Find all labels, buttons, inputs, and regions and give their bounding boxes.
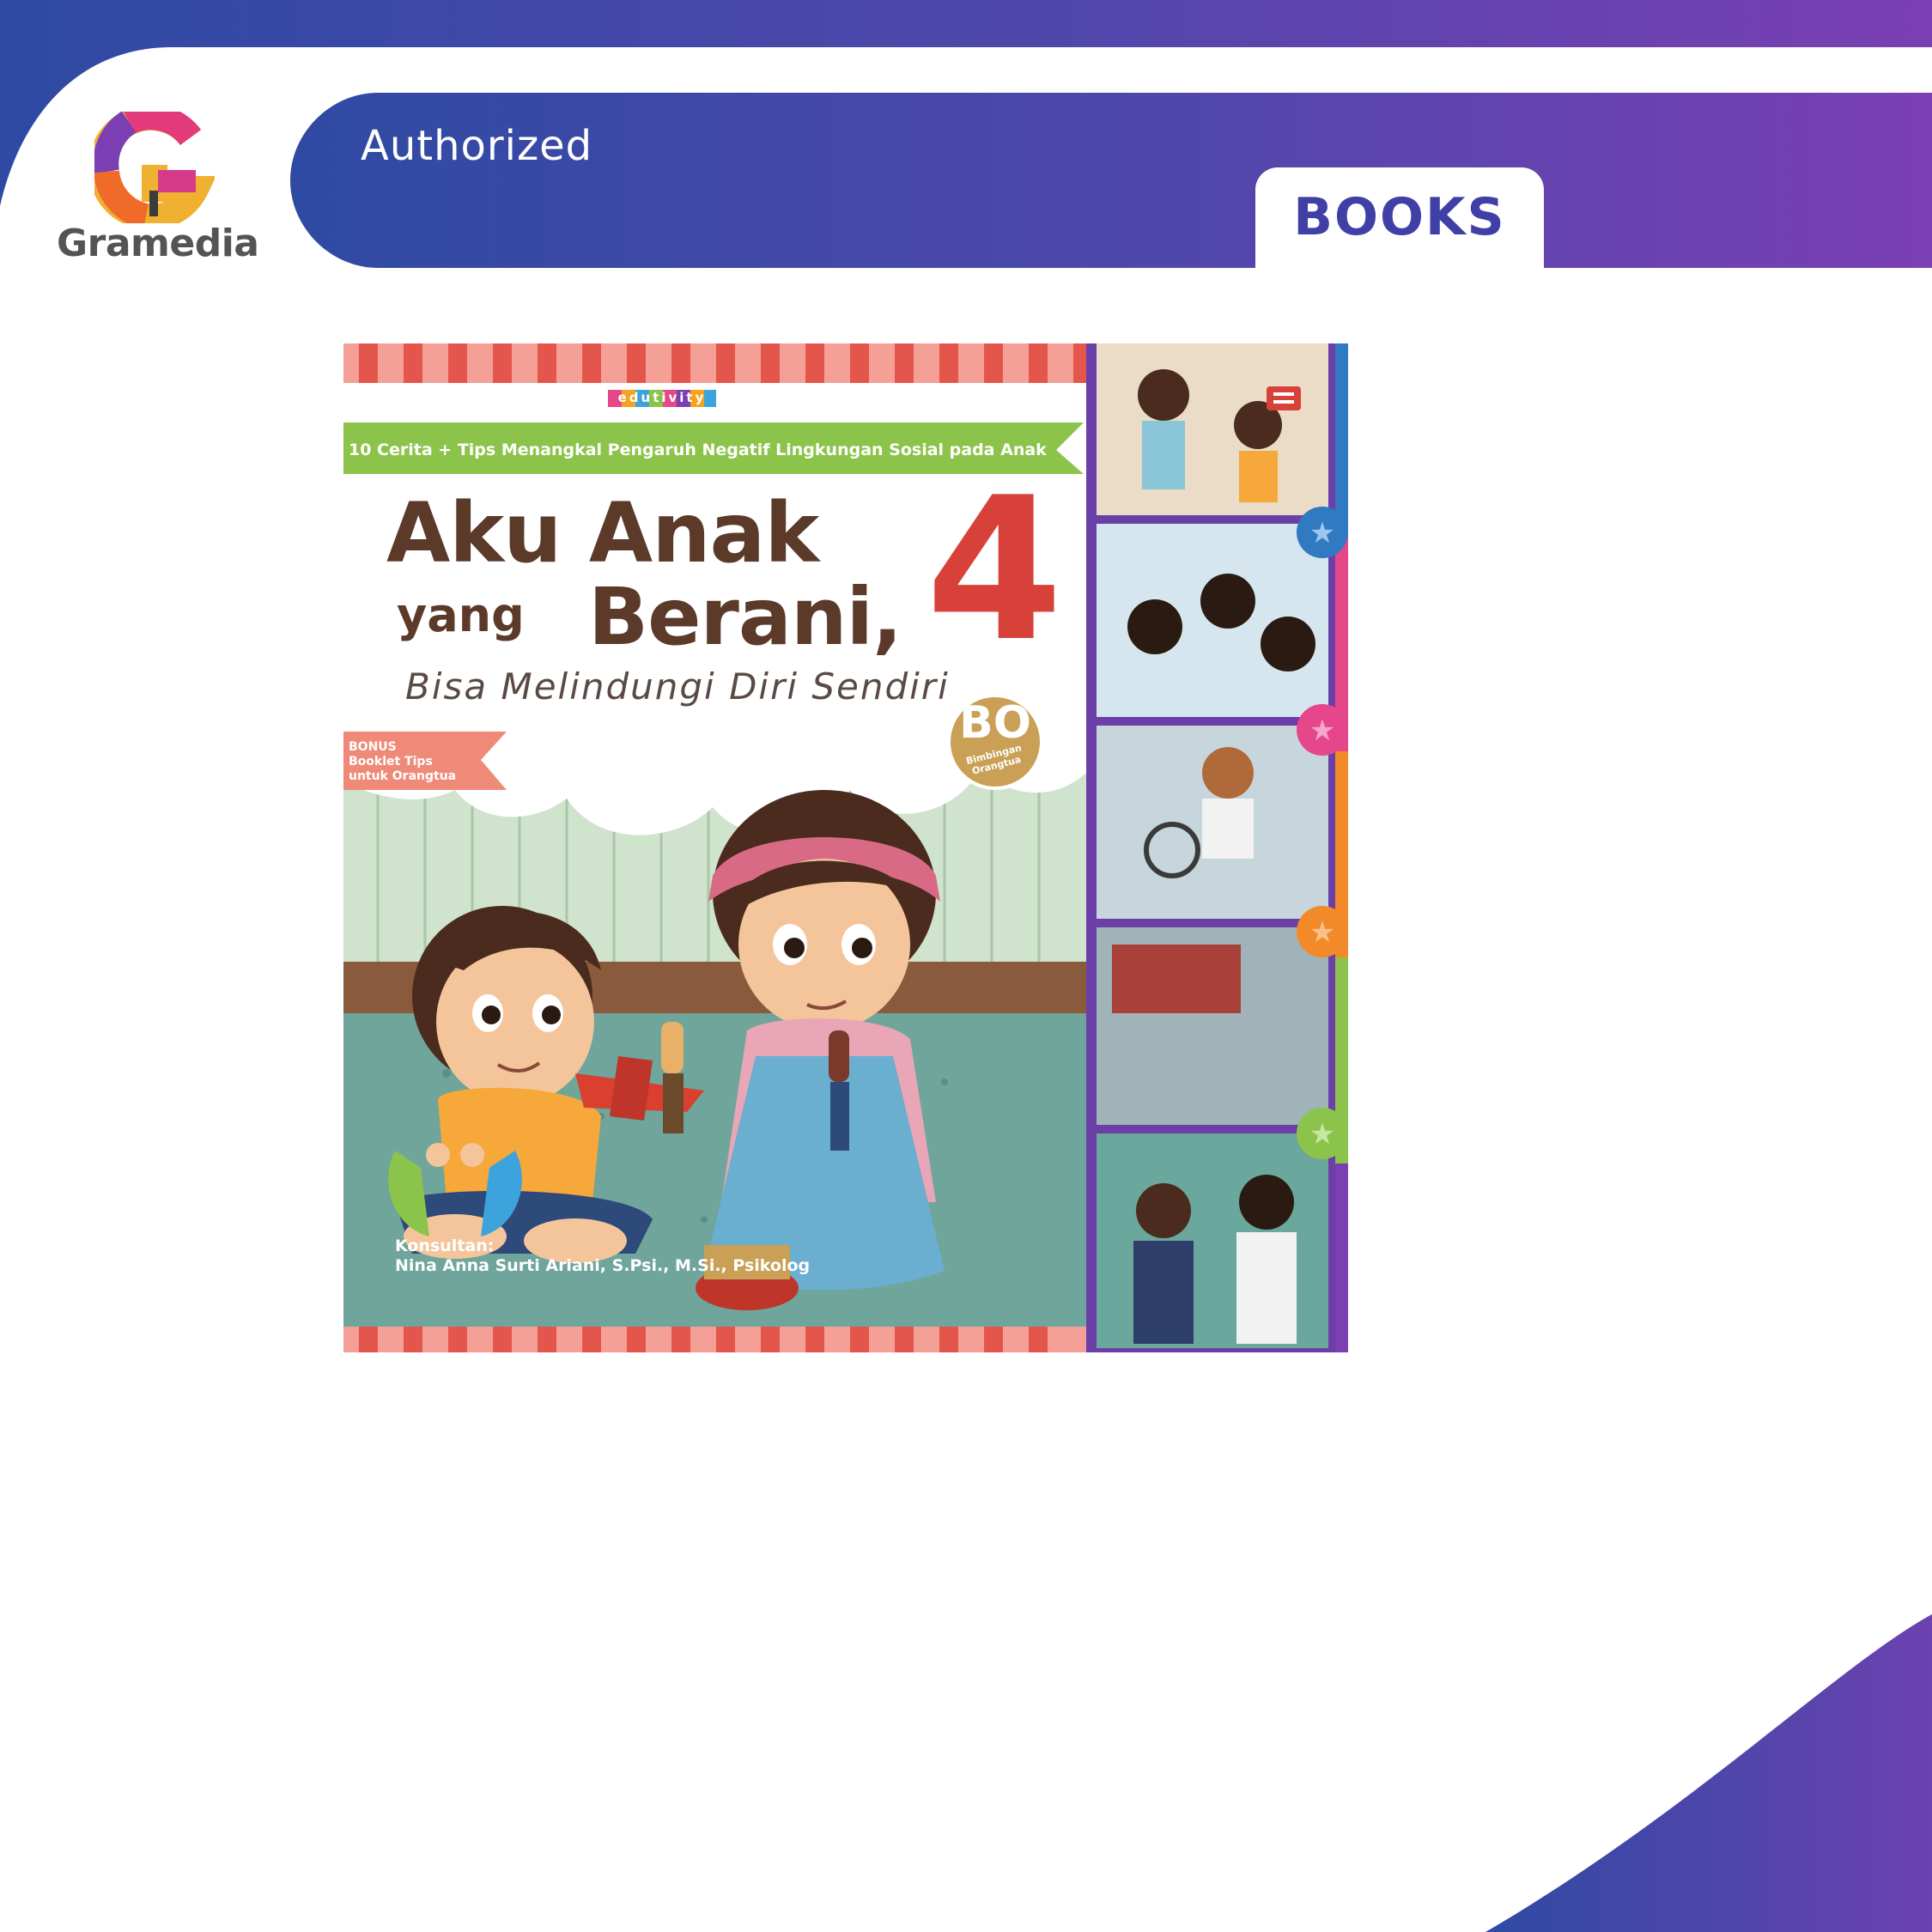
gramedia-wordmark: Gramedia bbox=[57, 222, 259, 265]
bonus-title: BONUS bbox=[349, 740, 397, 754]
bonus-ribbon: BONUS Booklet Tips untuk Orangtua bbox=[349, 740, 469, 784]
authorized-label: Authorized bbox=[361, 122, 593, 170]
cover-title-line1: Aku Anak bbox=[386, 485, 819, 581]
svg-text:★: ★ bbox=[1309, 516, 1335, 550]
top-stripe-border bbox=[343, 343, 1086, 383]
svg-text:★: ★ bbox=[1309, 915, 1335, 950]
book-cover-image: ★ ★ ★ ★ edutivity 10 Cerita + Tips Menan… bbox=[343, 343, 1348, 1352]
cover-title-line2-big: Berani, bbox=[588, 571, 902, 663]
consultant-label: Konsultan: bbox=[395, 1236, 495, 1255]
svg-text:★: ★ bbox=[1309, 714, 1335, 748]
books-tab-label: BOOKS bbox=[1293, 187, 1506, 247]
bottom-stripe-border bbox=[343, 1327, 1086, 1352]
cover-tagline: Bisa Melindungi Diri Sendiri bbox=[405, 665, 950, 708]
cover-side-panels: ★ ★ ★ ★ bbox=[1086, 343, 1348, 1352]
series-logo: edutivity bbox=[617, 390, 707, 405]
cover-title-line2-small: yang bbox=[397, 588, 525, 642]
publisher-gm-logo-icon bbox=[1267, 386, 1301, 410]
gramedia-g-logo-icon bbox=[94, 112, 215, 223]
consultant-name: Nina Anna Surti Ariani, S.Psi., M.Si., P… bbox=[395, 1256, 811, 1275]
cover-volume-number: 4 bbox=[926, 456, 1064, 685]
bonus-text: Booklet Tips untuk Orangtua bbox=[349, 755, 457, 783]
svg-text:★: ★ bbox=[1309, 1117, 1335, 1151]
